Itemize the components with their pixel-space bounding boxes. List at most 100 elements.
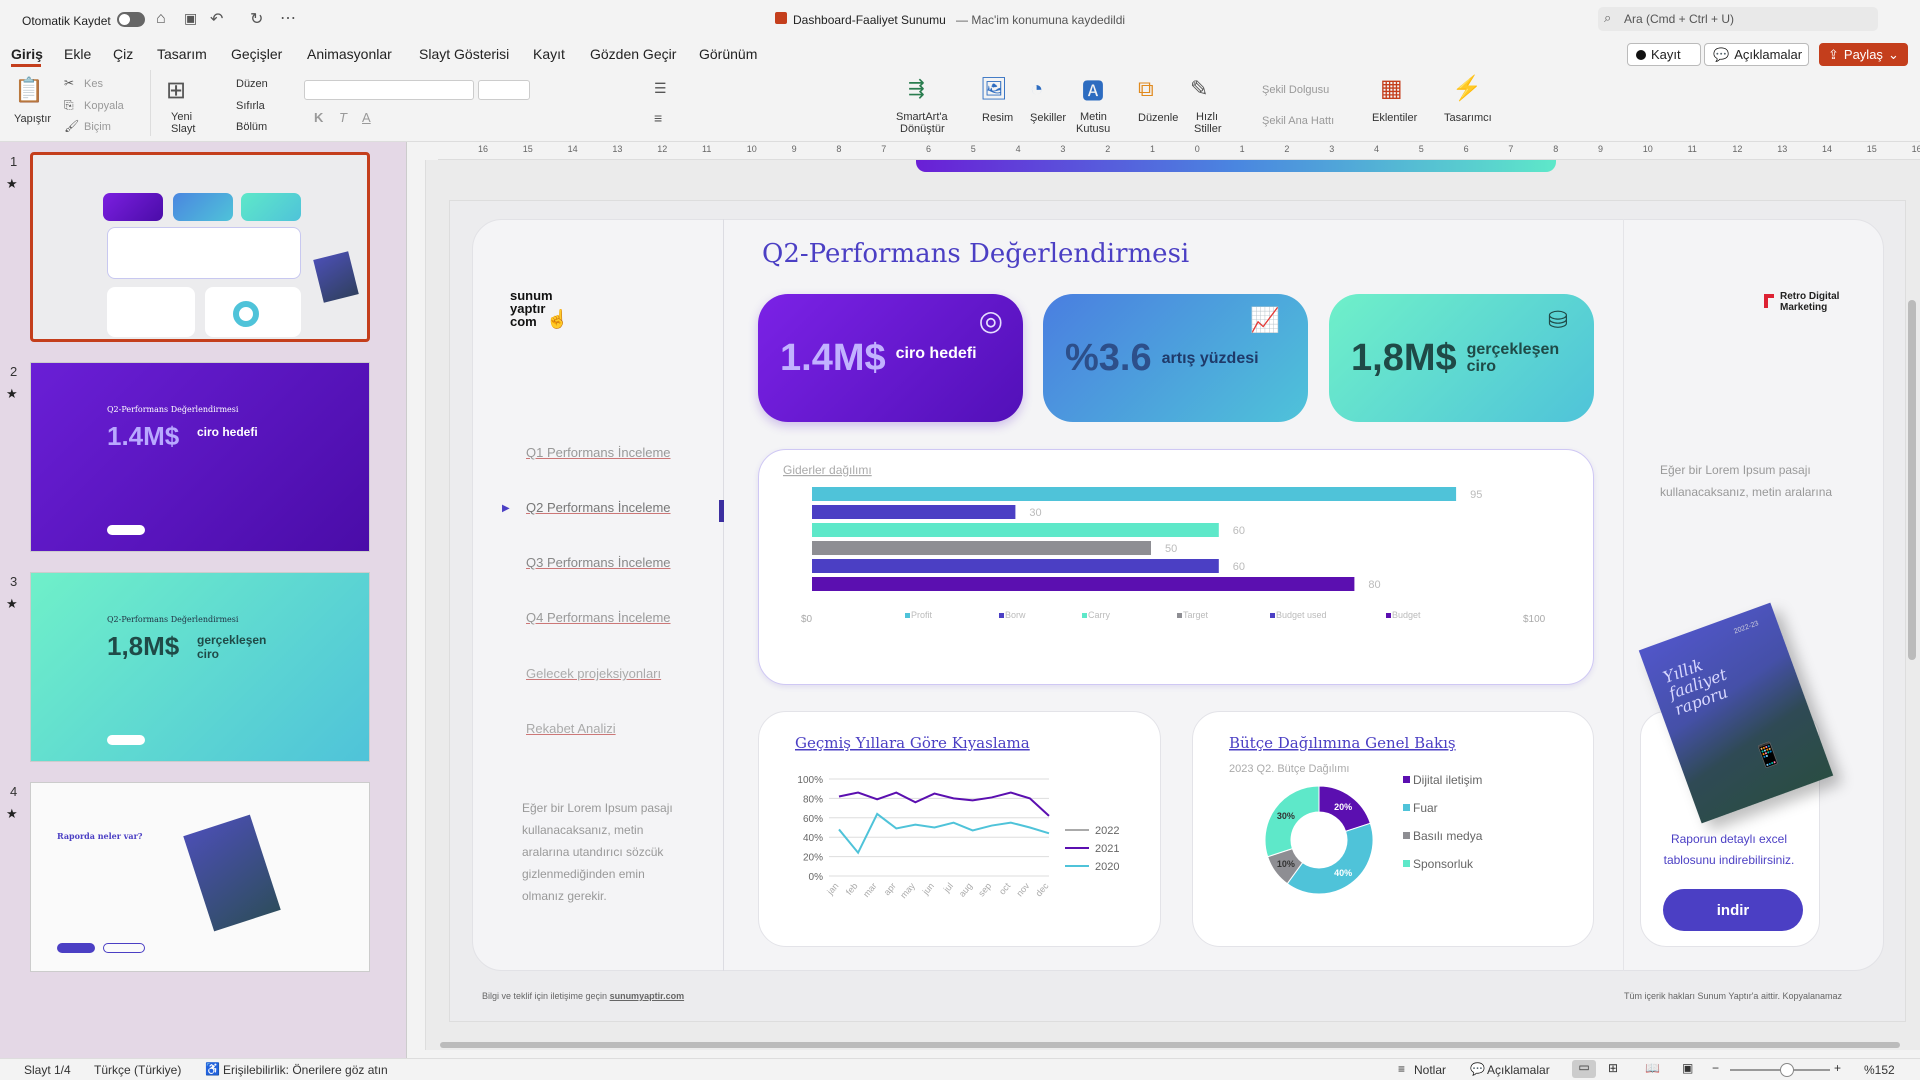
autosave-toggle[interactable]: [117, 12, 145, 28]
new-slide-label-1[interactable]: Yeni: [171, 111, 192, 123]
tab-record[interactable]: Kayıt: [533, 46, 565, 62]
reset-button[interactable]: Sıfırla: [236, 100, 265, 112]
toc-item-competition[interactable]: Rekabet Analizi: [526, 721, 616, 736]
vertical-scrollbar[interactable]: [1908, 300, 1916, 660]
save-icon[interactable]: ▣: [184, 10, 197, 27]
tab-insert[interactable]: Ekle: [64, 46, 91, 62]
record-button[interactable]: Kayıt: [1627, 43, 1701, 66]
format-painter-icon[interactable]: 🖌: [64, 119, 79, 133]
copy-label[interactable]: Kopyala: [84, 100, 124, 112]
download-button[interactable]: indir: [1663, 889, 1803, 931]
arrange-icon[interactable]: ⧉: [1138, 76, 1154, 102]
cut-icon[interactable]: ✂: [64, 76, 74, 90]
quick-styles-label-1[interactable]: Hızlı: [1196, 111, 1218, 123]
search-icon: ⌕: [1604, 10, 1612, 25]
title-bar: Otomatik Kaydet ⌂ ▣ ↶ ↻ ⋯ Dashboard-Faal…: [0, 0, 1920, 40]
legend-swatch: [1403, 804, 1410, 811]
tab-transitions[interactable]: Geçişler: [231, 46, 282, 62]
tab-view[interactable]: Görünüm: [699, 46, 757, 62]
search-box[interactable]: ⌕ Ara (Cmd + Ctrl + U): [1598, 7, 1878, 31]
legend-label: Budget: [1392, 610, 1421, 620]
designer-label[interactable]: Tasarımcı: [1444, 112, 1492, 124]
slide-thumbnail-3[interactable]: Q2-Performans Değerlendirmesi 1,8M$ gerç…: [30, 572, 370, 762]
addins-icon[interactable]: ▦: [1380, 74, 1403, 103]
toc-item-q1[interactable]: Q1 Performans İnceleme: [526, 445, 671, 460]
bullets-icon[interactable]: ☰: [654, 80, 667, 97]
addins-label[interactable]: Eklentiler: [1372, 112, 1417, 124]
slide-thumbnail-1[interactable]: [30, 152, 370, 342]
layout-button[interactable]: Düzen: [236, 78, 268, 90]
shape-fill-button[interactable]: Şekil Dolgusu: [1262, 84, 1329, 96]
save-status[interactable]: — Mac'im konumuna kaydedildi: [956, 13, 1125, 27]
notes-button[interactable]: Notlar: [1414, 1063, 1446, 1077]
home-icon[interactable]: ⌂: [156, 10, 166, 28]
legend-label: 2020: [1095, 861, 1119, 873]
paste-label[interactable]: Yapıştır: [14, 113, 51, 125]
tab-design[interactable]: Tasarım: [157, 46, 207, 62]
share-button[interactable]: ⇪ Paylaş ⌄: [1819, 43, 1908, 66]
zoom-out-icon[interactable]: −: [1712, 1061, 1719, 1075]
zoom-in-icon[interactable]: +: [1834, 1061, 1841, 1075]
shapes-label[interactable]: Şekiller: [1030, 112, 1066, 124]
slide-thumbnail-pane[interactable]: 1 ★ 2 ★ Q2-Performans Değerlendirmesi 1.…: [0, 142, 407, 1058]
shape-outline-button[interactable]: Şekil Ana Hattı: [1262, 115, 1334, 127]
shapes-icon[interactable]: ◔: [1030, 76, 1043, 102]
toc-item-q2[interactable]: Q2 Performans İnceleme: [526, 500, 671, 515]
designer-icon[interactable]: ⚡: [1452, 74, 1482, 103]
picture-icon[interactable]: 🖼: [980, 76, 1008, 102]
font-family-select[interactable]: [304, 80, 474, 100]
font-size-select[interactable]: [478, 80, 530, 100]
bold-icon[interactable]: K: [314, 110, 323, 125]
comments-status-button[interactable]: Açıklamalar: [1487, 1063, 1550, 1077]
more-icon[interactable]: ⋯: [280, 8, 296, 28]
new-slide-icon[interactable]: ⊞: [166, 76, 186, 105]
new-slide-label-2[interactable]: Slayt: [171, 123, 195, 135]
textbox-label-1[interactable]: Metin: [1080, 111, 1107, 123]
slide[interactable]: sunum yaptır com ☝ Q1 Performans İncelem…: [449, 200, 1906, 1022]
redo-icon[interactable]: ↻: [250, 9, 263, 29]
horizontal-scrollbar[interactable]: [440, 1042, 1900, 1048]
tab-review[interactable]: Gözden Geçir: [590, 46, 676, 62]
quick-styles-icon[interactable]: ✎: [1190, 76, 1208, 102]
cut-label[interactable]: Kes: [84, 78, 103, 90]
italic-icon[interactable]: T: [339, 110, 347, 125]
slide-thumbnail-4[interactable]: Raporda neler var?: [30, 782, 370, 972]
undo-icon[interactable]: ↶: [210, 9, 223, 29]
smartart-icon[interactable]: ⇶: [908, 76, 925, 101]
toc-item-q4[interactable]: Q4 Performans İnceleme: [526, 610, 671, 625]
toc-item-q3[interactable]: Q3 Performans İnceleme: [526, 555, 671, 570]
textbox-icon[interactable]: 🅰: [1082, 74, 1104, 106]
slide-thumbnail-2[interactable]: Q2-Performans Değerlendirmesi 1.4M$ ciro…: [30, 362, 370, 552]
tab-home[interactable]: Giriş: [11, 46, 43, 62]
footer-link[interactable]: sunumyaptir.com: [610, 991, 685, 1001]
tab-slideshow[interactable]: Slayt Gösterisi: [419, 46, 509, 62]
arrange-label[interactable]: Düzenle: [1138, 112, 1178, 124]
zoom-slider-thumb[interactable]: [1780, 1063, 1794, 1077]
align-left-icon[interactable]: ≡: [654, 110, 662, 126]
comments-button[interactable]: 💬 Açıklamalar: [1704, 43, 1809, 66]
format-label[interactable]: Biçim: [84, 121, 111, 133]
search-input[interactable]: Ara (Cmd + Ctrl + U): [1624, 12, 1734, 26]
underline-icon[interactable]: A: [362, 110, 371, 125]
picture-label[interactable]: Resim: [982, 112, 1013, 124]
pie-slice: [1264, 785, 1320, 858]
active-indicator: [719, 500, 724, 522]
smartart-label-2[interactable]: Dönüştür: [900, 123, 945, 135]
copy-icon[interactable]: ⎘: [64, 98, 74, 113]
x-tick-label: dec: [1034, 880, 1051, 898]
reading-view-icon[interactable]: 📖: [1645, 1061, 1660, 1075]
zoom-level[interactable]: %152: [1864, 1063, 1895, 1077]
normal-view-icon[interactable]: ▭: [1572, 1060, 1596, 1078]
toc-item-projections[interactable]: Gelecek projeksiyonları: [526, 666, 661, 681]
tab-draw[interactable]: Çiz: [113, 46, 133, 62]
slideshow-view-icon[interactable]: ▣: [1682, 1061, 1693, 1075]
tab-animations[interactable]: Animasyonlar: [307, 46, 392, 62]
smartart-label-1[interactable]: SmartArt'a: [896, 111, 948, 123]
language-status[interactable]: Türkçe (Türkiye): [94, 1063, 181, 1077]
paste-icon[interactable]: 📋: [14, 76, 44, 105]
textbox-label-2[interactable]: Kutusu: [1076, 123, 1110, 135]
quick-styles-label-2[interactable]: Stiller: [1194, 123, 1222, 135]
sorter-view-icon[interactable]: ⊞: [1608, 1061, 1618, 1075]
section-button[interactable]: Bölüm: [236, 121, 267, 133]
accessibility-status[interactable]: Erişilebilirlik: Önerilere göz atın: [223, 1063, 388, 1077]
